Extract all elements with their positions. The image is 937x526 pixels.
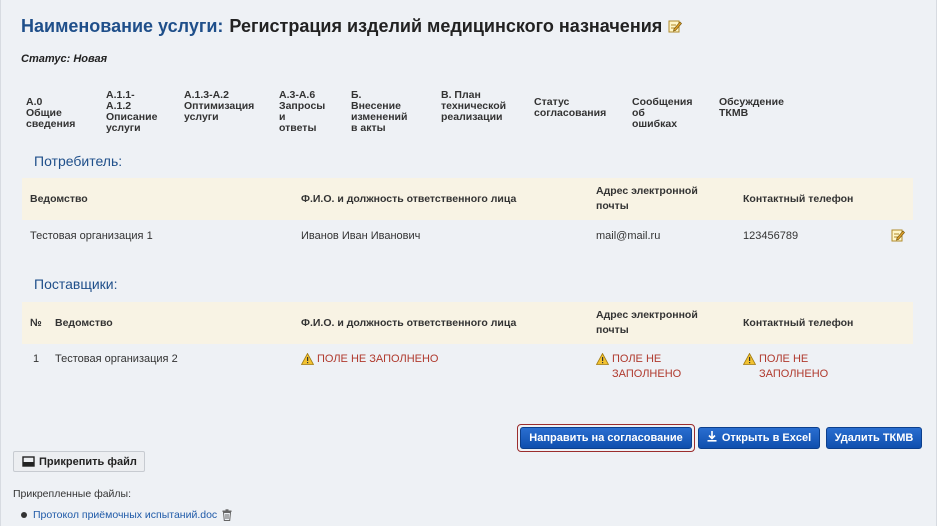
edit-row-icon[interactable] <box>891 228 905 242</box>
tab-tkmv-discussion[interactable]: Обсуждение ТКМВ <box>719 97 784 119</box>
consumer-person: Иванов Иван Иванович <box>301 230 421 242</box>
supplier-email-warning: ПОЛЕ НЕ ЗАПОЛНЕНО <box>595 352 682 382</box>
consumer-org: Тестовая организация 1 <box>30 230 153 242</box>
download-icon <box>707 431 717 445</box>
tab-general[interactable]: А.0 Общие сведения <box>26 97 75 130</box>
tab-act-changes[interactable]: Б. Внесение изменений в акты <box>351 90 407 134</box>
col-person: Ф.И.О. и должность ответственного лица <box>301 193 517 205</box>
col-org: Ведомство <box>55 317 113 329</box>
status-value: Новая <box>73 53 108 65</box>
attached-file-link[interactable]: Протокол приёмочных испытаний.doc <box>33 509 217 521</box>
supplier-phone-warning: ПОЛЕ НЕ ЗАПОЛНЕНО <box>742 352 829 382</box>
send-for-approval-button[interactable]: Направить на согласование <box>520 427 692 449</box>
supplier-org: Тестовая организация 2 <box>55 353 178 365</box>
col-org: Ведомство <box>30 193 88 205</box>
trash-icon[interactable] <box>222 509 232 521</box>
consumer-phone: 123456789 <box>743 230 799 242</box>
list-item: Протокол приёмочных испытаний.doc <box>21 509 232 521</box>
col-phone: Контактный телефон <box>743 193 854 205</box>
page-title: Наименование услуги: Регистрация изделий… <box>21 14 683 38</box>
tab-requests-answers[interactable]: А.3-А.6 Запросы и ответы <box>279 90 325 134</box>
attach-file-label: Прикрепить файл <box>39 455 137 468</box>
attached-files-label: Прикрепленные файлы: <box>13 488 132 500</box>
col-num: № <box>30 317 42 329</box>
suppliers-section-title: Поставщики: <box>34 276 118 292</box>
consumer-table-header: Ведомство Ф.И.О. и должность ответственн… <box>22 178 913 220</box>
supplier-num: 1 <box>33 353 40 365</box>
title-prefix: Наименование услуги: <box>21 15 224 36</box>
status-label: Статус: <box>21 53 71 65</box>
open-in-excel-button[interactable]: Открыть в Excel <box>698 427 820 449</box>
col-person: Ф.И.О. и должность ответственного лица <box>301 317 517 329</box>
warning-icon <box>595 352 610 365</box>
supplier-person-warning: ПОЛЕ НЕ ЗАПОЛНЕНО <box>300 352 439 367</box>
delete-tkmv-button[interactable]: Удалить ТКМВ <box>826 427 922 449</box>
col-phone: Контактный телефон <box>743 317 854 329</box>
warning-text: ПОЛЕ НЕ ЗАПОЛНЕНО <box>759 353 829 380</box>
col-email: Адрес электронной почты <box>596 309 698 336</box>
warning-icon <box>300 352 315 365</box>
consumer-email: mail@mail.ru <box>596 230 661 242</box>
tab-approval-status[interactable]: Статус согласования <box>534 97 606 119</box>
tab-service-description[interactable]: А.1.1-А.1.2 Описание услуги <box>106 90 157 134</box>
warning-text: ПОЛЕ НЕ ЗАПОЛНЕНО <box>317 353 439 365</box>
tab-error-messages[interactable]: Сообщения об ошибках <box>632 97 693 130</box>
consumer-section-title: Потребитель: <box>34 153 123 169</box>
attach-file-button[interactable]: Прикрепить файл <box>13 451 145 472</box>
warning-text: ПОЛЕ НЕ ЗАПОЛНЕНО <box>612 353 682 380</box>
service-name: Регистрация изделий медицинского назначе… <box>229 15 663 36</box>
open-in-excel-label: Открыть в Excel <box>721 432 812 444</box>
tab-tech-plan[interactable]: В. План технической реализации <box>441 90 506 123</box>
edit-icon[interactable] <box>668 19 683 33</box>
bullet <box>21 512 27 518</box>
col-email: Адрес электронной почты <box>596 185 698 212</box>
tray-icon <box>22 456 35 467</box>
status-row: Статус: Новая <box>21 53 107 65</box>
tab-service-optimization[interactable]: А.1.3-А.2 Оптимизация услуги <box>184 90 254 123</box>
warning-icon <box>742 352 757 365</box>
suppliers-table-header: № Ведомство Ф.И.О. и должность ответстве… <box>22 302 913 344</box>
